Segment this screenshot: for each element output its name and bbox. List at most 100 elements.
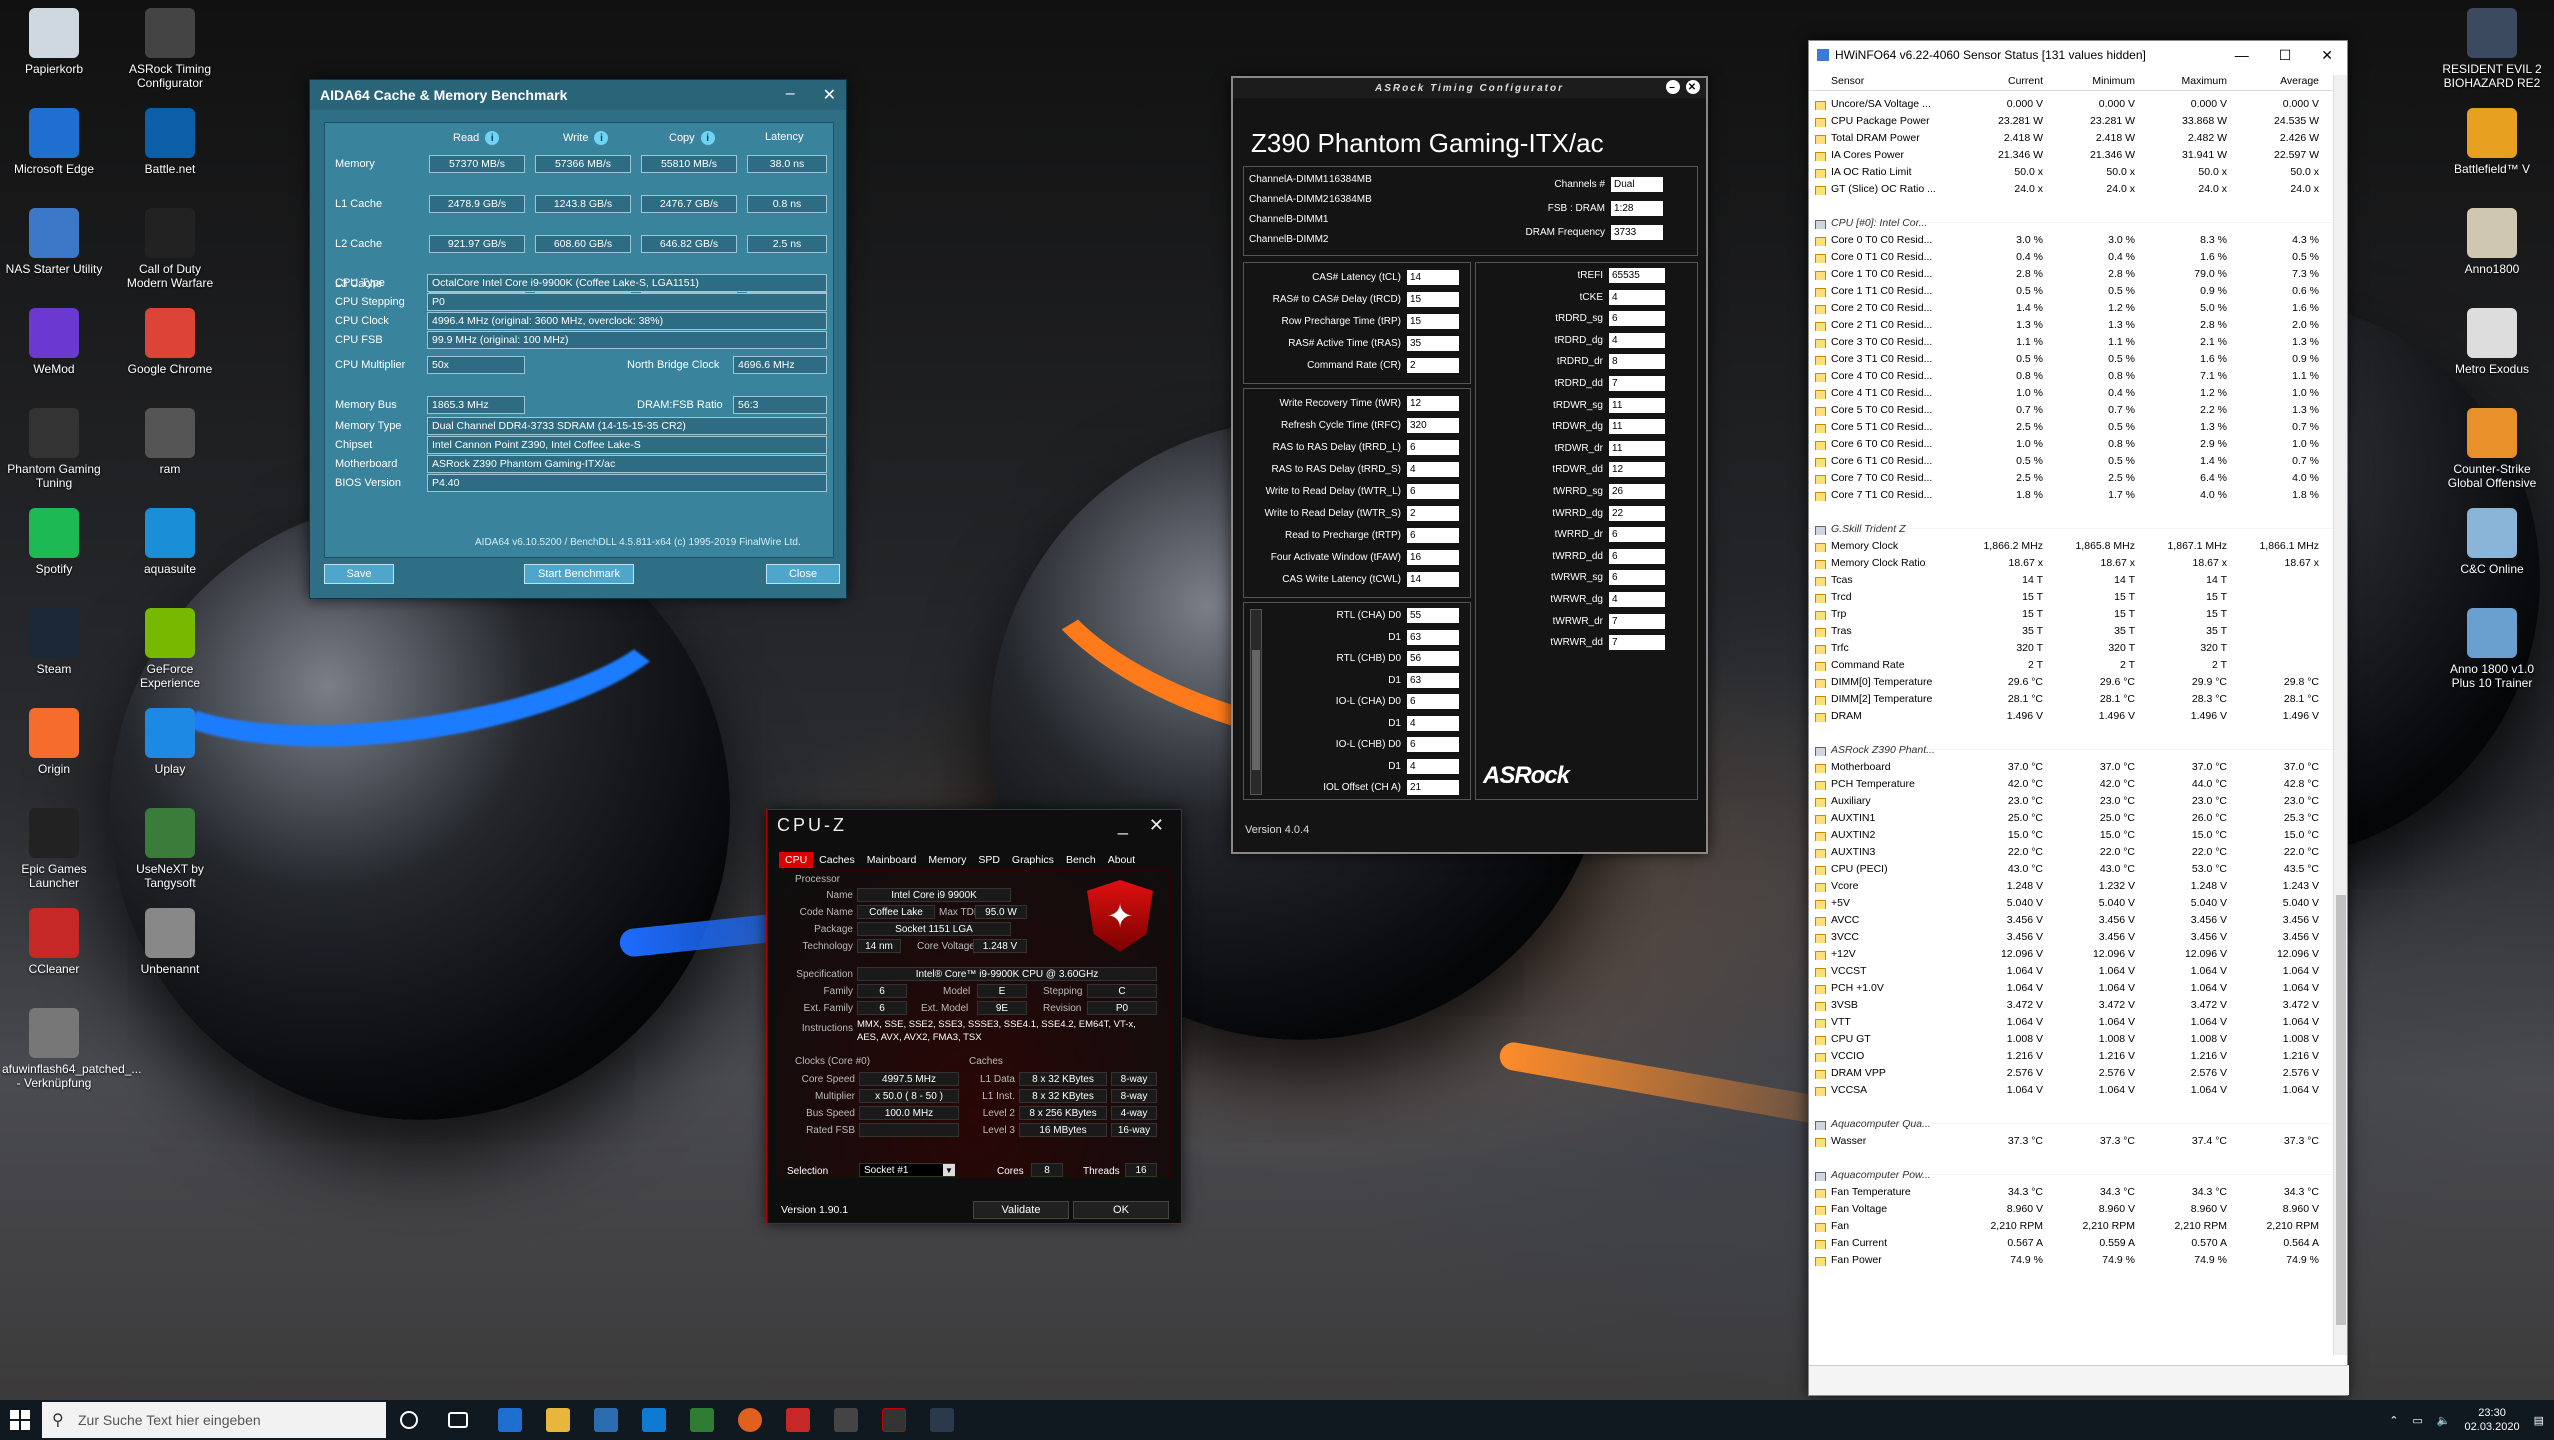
- hwinfo-window[interactable]: HWiNFO64 v6.22-4060 Sensor Status [131 v…: [1808, 40, 2349, 1396]
- cortana-icon[interactable]: [400, 1411, 418, 1429]
- minimize-icon[interactable]: _: [1118, 815, 1131, 836]
- desktop-icon-metro-exodus[interactable]: Metro Exodus: [2440, 308, 2544, 376]
- ok-button[interactable]: OK: [1073, 1201, 1169, 1219]
- sensor-row[interactable]: VTT 1.064 V 1.064 V 1.064 V 1.064 V: [1809, 1013, 2335, 1030]
- sensor-row[interactable]: IA OC Ratio Limit 50.0 x 50.0 x 50.0 x 50.0 …: [1809, 163, 2335, 180]
- desktop-icon-unbenannt[interactable]: Unbenannt: [118, 908, 222, 976]
- timing-value-row-precharge-time-trp[interactable]: 15: [1407, 314, 1459, 329]
- cpuz-taskbar-icon[interactable]: [882, 1408, 906, 1432]
- network-icon[interactable]: ▭: [2412, 1414, 2422, 1427]
- sensor-row[interactable]: DIMM[0] Temperature 29.6 °C 29.6 °C 29.9 °C…: [1809, 673, 2335, 690]
- sensor-row[interactable]: Core 5 T1 C0 Resid... 2.5 % 0.5 % 1.3 % 0.7 …: [1809, 418, 2335, 435]
- sensor-group-row[interactable]: Aquacomputer Qua...: [1809, 1115, 2335, 1132]
- sensor-group-row[interactable]: ASRock Z390 Phant...: [1809, 741, 2335, 758]
- sensor-row[interactable]: CPU Package Power 23.281 W 23.281 W 33.868 …: [1809, 112, 2335, 129]
- timing-value-write-to-read-delay-twtr-s[interactable]: 2: [1407, 506, 1459, 521]
- sensor-row[interactable]: Core 7 T0 C0 Resid... 2.5 % 2.5 % 6.4 % 4.0 …: [1809, 469, 2335, 486]
- desktop-icon-aquasuite[interactable]: aquasuite: [118, 508, 222, 576]
- desktop-icon-phantom-gaming-tuning[interactable]: Phantom Gaming Tuning: [2, 408, 106, 490]
- sensor-row[interactable]: Core 6 T1 C0 Resid... 0.5 % 0.5 % 1.4 % 0.7 …: [1809, 452, 2335, 469]
- rtl-scrollbar[interactable]: [1250, 609, 1262, 795]
- timing-value-io-l-chb-d0[interactable]: 6: [1407, 737, 1459, 752]
- taskbar-search-input[interactable]: ⚲ Zur Suche Text hier eingeben: [42, 1402, 386, 1438]
- sensor-row[interactable]: Command Rate 2 T 2 T 2 T: [1809, 656, 2335, 673]
- sensor-row[interactable]: Core 7 T1 C0 Resid... 1.8 % 1.7 % 4.0 % 1.8 …: [1809, 486, 2335, 503]
- volume-icon[interactable]: 🔈: [2437, 1414, 2451, 1427]
- desktop-icon-usenext-by-tangysoft[interactable]: UseNeXT by Tangysoft: [118, 808, 222, 890]
- minimize-icon[interactable]: —: [2235, 47, 2249, 64]
- column-header-sensor[interactable]: Sensor: [1809, 75, 1961, 90]
- tab-bench[interactable]: Bench: [1060, 852, 1102, 868]
- origin-taskbar-icon[interactable]: [738, 1408, 762, 1432]
- app-taskbar-icon[interactable]: [690, 1408, 714, 1432]
- desktop-icon-nas-starter-utility[interactable]: NAS Starter Utility: [2, 208, 106, 276]
- sensor-row[interactable]: AUXTIN2 15.0 °C 15.0 °C 15.0 °C 15.0 °C: [1809, 826, 2335, 843]
- timing-value-trdrd-sg[interactable]: 6: [1609, 311, 1665, 327]
- sensor-row[interactable]: +5V 5.040 V 5.040 V 5.040 V 5.040 V: [1809, 894, 2335, 911]
- desktop-icon-afuwinflash64-patched-verkn-pf[interactable]: afuwinflash64_patched_... - Verknüpfung: [2, 1008, 141, 1090]
- timing-value-twrrd-dr[interactable]: 6: [1609, 527, 1665, 543]
- timing-value-ras-to-ras-delay-trrd-l[interactable]: 6: [1407, 440, 1459, 455]
- timing-value-twrrd-dg[interactable]: 22: [1609, 505, 1665, 521]
- sensor-row[interactable]: PCH Temperature 42.0 °C 42.0 °C 44.0 °C 42.8…: [1809, 775, 2335, 792]
- info-icon[interactable]: i: [485, 131, 500, 145]
- aida64-window[interactable]: AIDA64 Cache & Memory Benchmark – ✕ Read i…: [309, 79, 847, 599]
- timing-value-trdrd-dg[interactable]: 4: [1609, 332, 1665, 348]
- sensor-row[interactable]: Uncore/SA Voltage ... 0.000 V 0.000 V 0.000…: [1809, 95, 2335, 112]
- timing-value-read-to-precharge-trtp[interactable]: 6: [1407, 528, 1459, 543]
- sensor-row[interactable]: Auxiliary 23.0 °C 23.0 °C 23.0 °C 23.0 °C: [1809, 792, 2335, 809]
- desktop-icon-battlefield-v[interactable]: Battlefield™ V: [2440, 108, 2544, 176]
- windows-start-icon[interactable]: [10, 1410, 30, 1430]
- sensor-row[interactable]: Core 5 T0 C0 Resid... 0.7 % 0.7 % 2.2 % 1.3 …: [1809, 401, 2335, 418]
- sensor-row[interactable]: Fan Voltage 8.960 V 8.960 V 8.960 V 8.960 V: [1809, 1200, 2335, 1217]
- timing-value-twrwr-dd[interactable]: 7: [1609, 635, 1665, 651]
- timing-value-four-activate-window-tfaw[interactable]: 16: [1407, 550, 1459, 565]
- timing-value-write-recovery-time-twr[interactable]: 12: [1407, 396, 1459, 411]
- timing-value-twrrd-dd[interactable]: 6: [1609, 548, 1665, 564]
- column-header-minimum[interactable]: Minimum: [2053, 75, 2145, 90]
- sensor-row[interactable]: Fan Temperature 34.3 °C 34.3 °C 34.3 °C 34.3…: [1809, 1183, 2335, 1200]
- timing-value-command-rate-cr[interactable]: 2: [1407, 358, 1459, 373]
- timing-value-rtl-cha-d0[interactable]: 55: [1407, 608, 1459, 623]
- hwinfo-scrollbar-thumb[interactable]: [2336, 895, 2346, 1325]
- sensor-row[interactable]: CPU GT 1.008 V 1.008 V 1.008 V 1.008 V: [1809, 1030, 2335, 1047]
- timing-value-refresh-cycle-time-trfc[interactable]: 320: [1407, 418, 1459, 433]
- timing-value-trefi[interactable]: 65535: [1609, 268, 1665, 283]
- desktop-icon-wemod[interactable]: WeMod: [2, 308, 106, 376]
- sensor-row[interactable]: Wasser 37.3 °C 37.3 °C 37.4 °C 37.3 °C: [1809, 1132, 2335, 1149]
- column-header-current[interactable]: Current: [1961, 75, 2053, 90]
- asrock-taskbar-icon[interactable]: [930, 1408, 954, 1432]
- asrock-titlebar[interactable]: ASRock Timing Configurator – ✕: [1233, 78, 1706, 98]
- sensor-row[interactable]: Core 0 T1 C0 Resid... 0.4 % 0.4 % 1.6 % 0.5 …: [1809, 248, 2335, 265]
- sensor-row[interactable]: Tras 35 T 35 T 35 T: [1809, 622, 2335, 639]
- timing-value-twrwr-dr[interactable]: 7: [1609, 613, 1665, 629]
- timing-value-trdwr-dg[interactable]: 11: [1609, 419, 1665, 435]
- sensor-row[interactable]: Vcore 1.248 V 1.232 V 1.248 V 1.243 V: [1809, 877, 2335, 894]
- sensor-row[interactable]: VCCSA 1.064 V 1.064 V 1.064 V 1.064 V: [1809, 1081, 2335, 1098]
- sensor-row[interactable]: DIMM[2] Temperature 28.1 °C 28.1 °C 28.3 °C…: [1809, 690, 2335, 707]
- desktop-icon-ccleaner[interactable]: CCleaner: [2, 908, 106, 976]
- timing-value-ras-active-time-tras[interactable]: 35: [1407, 336, 1459, 351]
- close-icon[interactable]: ✕: [1686, 80, 1700, 94]
- tab-cpu[interactable]: CPU: [779, 852, 814, 868]
- sensor-row[interactable]: 3VSB 3.472 V 3.472 V 3.472 V 3.472 V: [1809, 996, 2335, 1013]
- desktop-icon-counter-strike-global-offensiv[interactable]: Counter-Strike Global Offensive: [2440, 408, 2544, 490]
- store-taskbar-icon[interactable]: [594, 1408, 618, 1432]
- timing-value-write-to-read-delay-twtr-l[interactable]: 6: [1407, 484, 1459, 499]
- sensor-row[interactable]: Memory Clock 1,866.2 MHz 1,865.8 MHz 1,867.…: [1809, 537, 2335, 554]
- desktop-icon-epic-games-launcher[interactable]: Epic Games Launcher: [2, 808, 106, 890]
- timing-value-trdrd-dr[interactable]: 8: [1609, 354, 1665, 370]
- column-header-average[interactable]: Average: [2237, 75, 2329, 90]
- sensor-row[interactable]: Fan Power 74.9 % 74.9 % 74.9 % 74.9 %: [1809, 1251, 2335, 1268]
- tab-about[interactable]: About: [1102, 852, 1141, 868]
- sensor-group-row[interactable]: G.Skill Trident Z: [1809, 520, 2335, 537]
- sensor-row[interactable]: Trp 15 T 15 T 15 T: [1809, 605, 2335, 622]
- timing-value-trdwr-dd[interactable]: 12: [1609, 462, 1665, 478]
- sensor-group-row[interactable]: Aquacomputer Pow...: [1809, 1166, 2335, 1183]
- sensor-row[interactable]: DRAM VPP 2.576 V 2.576 V 2.576 V 2.576 V: [1809, 1064, 2335, 1081]
- sensor-row[interactable]: Fan Current 0.567 A 0.559 A 0.570 A 0.564 A: [1809, 1234, 2335, 1251]
- sensor-row[interactable]: Core 0 T0 C0 Resid... 3.0 % 3.0 % 8.3 % 4.3 …: [1809, 231, 2335, 248]
- hwinfo-titlebar[interactable]: HWiNFO64 v6.22-4060 Sensor Status [131 v…: [1809, 41, 2347, 69]
- sensor-row[interactable]: +12V 12.096 V 12.096 V 12.096 V 12.096 V: [1809, 945, 2335, 962]
- cpuz-window[interactable]: CPU-Z _ ✕ CPU Caches Mainboard Memory SPD Grap…: [766, 809, 1182, 1224]
